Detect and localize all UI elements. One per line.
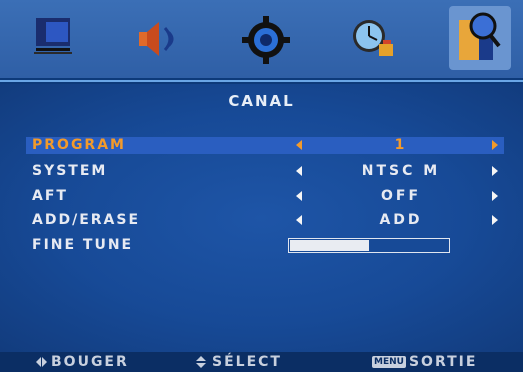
- menu-row-system[interactable]: SYSTEM NTSC M: [26, 163, 504, 180]
- row-label: SYSTEM: [32, 163, 108, 179]
- footer-exit-hint: MENU SORTIE: [372, 352, 477, 372]
- gear-icon[interactable]: [238, 10, 294, 66]
- row-label: FINE TUNE: [32, 237, 134, 253]
- clock-icon[interactable]: [347, 10, 403, 66]
- row-label: AFT: [32, 188, 68, 204]
- menu-row-fine-tune[interactable]: FINE TUNE: [26, 237, 504, 254]
- row-value: NTSC M: [361, 163, 441, 179]
- tv-osd-screen: CANAL PROGRAM 1 SYSTEM NTSC M AFT OFF AD…: [0, 0, 523, 372]
- menu-title: CANAL: [228, 92, 295, 110]
- arrow-left-icon[interactable]: [296, 140, 302, 150]
- footer-move-hint: BOUGER: [36, 352, 129, 372]
- arrow-right-icon[interactable]: [492, 166, 498, 176]
- arrow-up-down-icon: [196, 356, 206, 368]
- menu-row-aft[interactable]: AFT OFF: [26, 188, 504, 205]
- row-value: OFF: [380, 188, 422, 204]
- arrow-right-icon[interactable]: [492, 140, 498, 150]
- menu-row-program[interactable]: PROGRAM 1: [26, 137, 504, 154]
- footer-hint-bar: BOUGER SÉLECT MENU SORTIE: [0, 352, 523, 372]
- arrow-right-icon[interactable]: [492, 215, 498, 225]
- row-value: 1: [394, 137, 408, 153]
- menu-icon-bar: [0, 0, 523, 78]
- menu-row-add-erase[interactable]: ADD/ERASE ADD: [26, 212, 504, 229]
- row-label: ADD/ERASE: [32, 212, 141, 228]
- arrow-right-icon[interactable]: [492, 191, 498, 201]
- arrow-left-icon[interactable]: [296, 166, 302, 176]
- menu-key-badge: MENU: [372, 356, 406, 368]
- icon-bar-divider: [0, 80, 523, 82]
- arrow-left-right-icon: [36, 357, 41, 367]
- footer-move-label: BOUGER: [51, 354, 129, 370]
- arrow-left-icon[interactable]: [296, 215, 302, 225]
- footer-exit-label: SORTIE: [408, 354, 478, 370]
- row-value: ADD: [379, 212, 423, 228]
- footer-select-hint: SÉLECT: [196, 352, 282, 372]
- row-label: PROGRAM: [32, 137, 126, 153]
- footer-select-label: SÉLECT: [212, 354, 282, 370]
- speaker-icon[interactable]: [133, 10, 189, 66]
- fine-tune-slider-fill: [290, 240, 369, 251]
- arrow-left-icon[interactable]: [296, 191, 302, 201]
- picture-icon[interactable]: [30, 10, 86, 66]
- fine-tune-slider[interactable]: [288, 238, 450, 253]
- channel-search-icon[interactable]: [449, 6, 511, 70]
